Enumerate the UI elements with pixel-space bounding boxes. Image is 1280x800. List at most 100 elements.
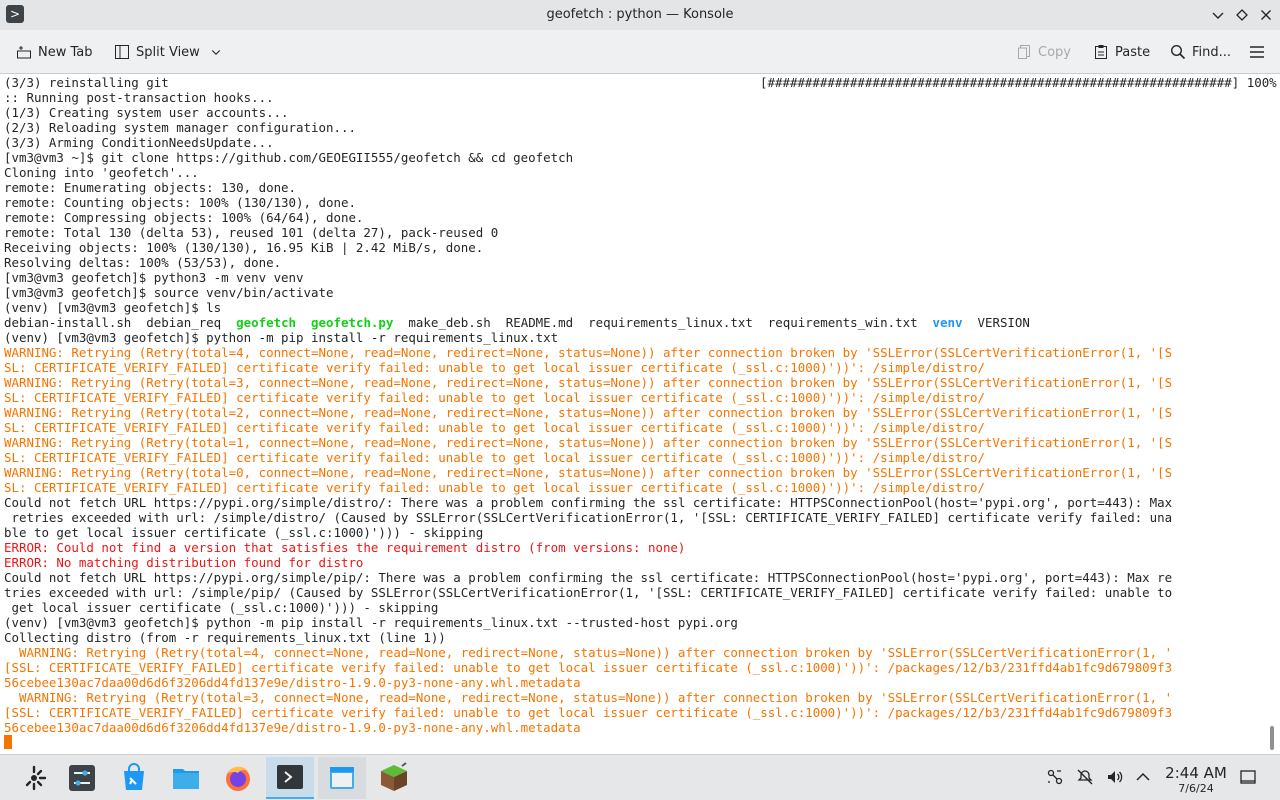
terminal-text: :: Running post-transaction hooks... <box>4 90 274 105</box>
terminal-text: remote: Counting objects: 100% (130/130)… <box>4 195 356 210</box>
taskbar-system-settings[interactable] <box>58 757 106 799</box>
minimize-button[interactable] <box>1208 5 1228 25</box>
taskbar-window-manager[interactable] <box>318 757 366 799</box>
folder-icon <box>173 769 199 789</box>
terminal-line: tries exceeded with url: /simple/pip/ (C… <box>4 585 1260 600</box>
terminal-text: VERSION <box>962 315 1030 330</box>
taskbar-minecraft[interactable] <box>370 757 418 799</box>
window-title: geofetch : python — Konsole <box>546 7 734 22</box>
terminal-text: geofetch <box>236 315 297 330</box>
settings-icon <box>69 765 95 791</box>
split-view-button[interactable]: Split View <box>114 40 222 64</box>
terminal-text: [SSL: CERTIFICATE_VERIFY_FAILED] certifi… <box>4 705 1173 720</box>
terminal-line: WARNING: Retrying (Retry(total=4, connec… <box>4 345 1260 360</box>
terminal-text: WARNING: Retrying (Retry(total=3, connec… <box>4 375 1173 390</box>
tray-expand[interactable] <box>1133 767 1153 787</box>
terminal-line: (3/3) Arming ConditionNeedsUpdate... <box>4 135 1260 150</box>
terminal-view[interactable]: [#######################################… <box>0 74 1280 754</box>
terminal-line: SL: CERTIFICATE_VERIFY_FAILED] certifica… <box>4 420 1260 435</box>
terminal-text: 56cebee130ac7daa00d6d6f3206dd4fd137e9e/d… <box>4 675 581 690</box>
copy-label: Copy <box>1038 44 1071 60</box>
terminal-line: [vm3@vm3 geofetch]$ python3 -m venv venv <box>4 270 1260 285</box>
terminal-line: debian-install.sh debian_req geofetch ge… <box>4 315 1260 330</box>
terminal-line: SL: CERTIFICATE_VERIFY_FAILED] certifica… <box>4 480 1260 495</box>
hamburger-menu-button[interactable] <box>1249 40 1265 64</box>
terminal-line: ERROR: Could not find a version that sat… <box>4 540 1260 555</box>
show-desktop-button[interactable] <box>1238 767 1258 787</box>
terminal-text: (3/3) Arming ConditionNeedsUpdate... <box>4 135 274 150</box>
terminal-line: 56cebee130ac7daa00d6d6f3206dd4fd137e9e/d… <box>4 720 1260 735</box>
copy-button[interactable]: Copy <box>1016 40 1071 64</box>
close-button[interactable] <box>1256 5 1276 25</box>
taskbar-firefox[interactable] <box>214 757 262 799</box>
clock-date[interactable]: 7/6/24 <box>1156 782 1236 795</box>
terminal-line: (venv) [vm3@vm3 geofetch]$ ls <box>4 300 1260 315</box>
terminal-line: WARNING: Retrying (Retry(total=3, connec… <box>4 690 1260 705</box>
terminal-text: [vm3@vm3 ~]$ git clone https://github.co… <box>4 150 574 165</box>
terminal-text: remote: Enumerating objects: 130, done. <box>4 180 297 195</box>
application-launcher-button[interactable] <box>10 757 58 799</box>
terminal-line: [SSL: CERTIFICATE_VERIFY_FAILED] certifi… <box>4 660 1260 675</box>
paste-label: Paste <box>1115 44 1151 60</box>
new-tab-label: New Tab <box>38 44 93 60</box>
chevron-up-icon <box>1136 772 1150 781</box>
terminal-text: (venv) [vm3@vm3 geofetch]$ ls <box>4 300 222 315</box>
terminal-text: WARNING: Retrying (Retry(total=4, connec… <box>4 345 1173 360</box>
terminal-text: (venv) [vm3@vm3 geofetch]$ python -m pip… <box>4 615 738 630</box>
terminal-line: (3/3) reinstalling git <box>4 75 1260 90</box>
terminal-text: retries exceeded with url: /simple/distr… <box>4 510 1173 525</box>
firefox-icon <box>226 766 250 791</box>
terminal-line: remote: Total 130 (delta 53), reused 101… <box>4 225 1260 240</box>
copy-icon <box>1018 45 1030 59</box>
terminal-text: WARNING: Retrying (Retry(total=4, connec… <box>4 645 1173 660</box>
taskbar-dolphin[interactable] <box>162 757 210 799</box>
clock-time[interactable]: 2:44 AM <box>1156 764 1236 782</box>
plasma-taskbar: 2:44 AM 7/6/24 <box>0 754 1280 800</box>
taskbar-konsole[interactable] <box>266 757 314 799</box>
konsole-app-icon[interactable]: > <box>6 5 24 23</box>
paste-icon <box>1095 45 1107 59</box>
terminal-line: ERROR: No matching distribution found fo… <box>4 555 1260 570</box>
terminal-line: remote: Compressing objects: 100% (64/64… <box>4 210 1260 225</box>
terminal-text: 56cebee130ac7daa00d6d6f3206dd4fd137e9e/d… <box>4 720 581 735</box>
new-tab-button[interactable]: New Tab <box>16 40 93 64</box>
terminal-text: WARNING: Retrying (Retry(total=3, connec… <box>4 690 1173 705</box>
terminal-text: (2/3) Reloading system manager configura… <box>4 120 356 135</box>
tray-network[interactable] <box>1045 767 1065 787</box>
terminal-text: tries exceeded with url: /simple/pip/ (C… <box>4 585 1173 600</box>
terminal-text: Could not fetch URL https://pypi.org/sim… <box>4 570 1173 585</box>
terminal-text: debian-install.sh debian_req <box>4 315 237 330</box>
terminal-line: Resolving deltas: 100% (53/53), done. <box>4 255 1260 270</box>
terminal-text: make_deb.sh README.md requirements_linux… <box>393 315 933 330</box>
terminal-text: (3/3) reinstalling git <box>4 75 169 90</box>
terminal-text: SL: CERTIFICATE_VERIFY_FAILED] certifica… <box>4 480 985 495</box>
terminal-line: WARNING: Retrying (Retry(total=4, connec… <box>4 645 1260 660</box>
terminal-text: ERROR: No matching distribution found fo… <box>4 555 364 570</box>
terminal-line: Cloning into 'geofetch'... <box>4 165 1260 180</box>
terminal-text: [vm3@vm3 geofetch]$ source venv/bin/acti… <box>4 285 334 300</box>
volume-icon <box>1108 771 1123 783</box>
scrollbar-thumb[interactable] <box>1270 726 1274 750</box>
terminal-scrollbar[interactable] <box>1266 74 1280 754</box>
terminal-text: Resolving deltas: 100% (53/53), done. <box>4 255 282 270</box>
terminal-text: SL: CERTIFICATE_VERIFY_FAILED] certifica… <box>4 390 985 405</box>
tray-notifications[interactable] <box>1075 767 1095 787</box>
terminal-line: (venv) [vm3@vm3 geofetch]$ python -m pip… <box>4 615 1260 630</box>
terminal-text: [SSL: CERTIFICATE_VERIFY_FAILED] certifi… <box>4 660 1173 675</box>
tray-volume[interactable] <box>1105 767 1125 787</box>
maximize-button[interactable] <box>1232 5 1252 25</box>
terminal-line: 56cebee130ac7daa00d6d6f3206dd4fd137e9e/d… <box>4 675 1260 690</box>
terminal-line: WARNING: Retrying (Retry(total=3, connec… <box>4 375 1260 390</box>
terminal-text: venv <box>932 315 963 330</box>
terminal-line: (2/3) Reloading system manager configura… <box>4 120 1260 135</box>
title-bar: > geofetch : python — Konsole <box>0 0 1280 30</box>
find-button[interactable]: Find... <box>1170 40 1231 64</box>
find-label: Find... <box>1192 44 1232 60</box>
terminal-line: SL: CERTIFICATE_VERIFY_FAILED] certifica… <box>4 450 1260 465</box>
hamburger-menu-icon <box>1250 46 1264 58</box>
kde-launcher-icon <box>25 765 47 791</box>
terminal-text: remote: Compressing objects: 100% (64/64… <box>4 210 364 225</box>
paste-button[interactable]: Paste <box>1093 40 1150 64</box>
terminal-text: [vm3@vm3 geofetch]$ python3 -m venv venv <box>4 270 304 285</box>
taskbar-discover[interactable] <box>110 757 158 799</box>
